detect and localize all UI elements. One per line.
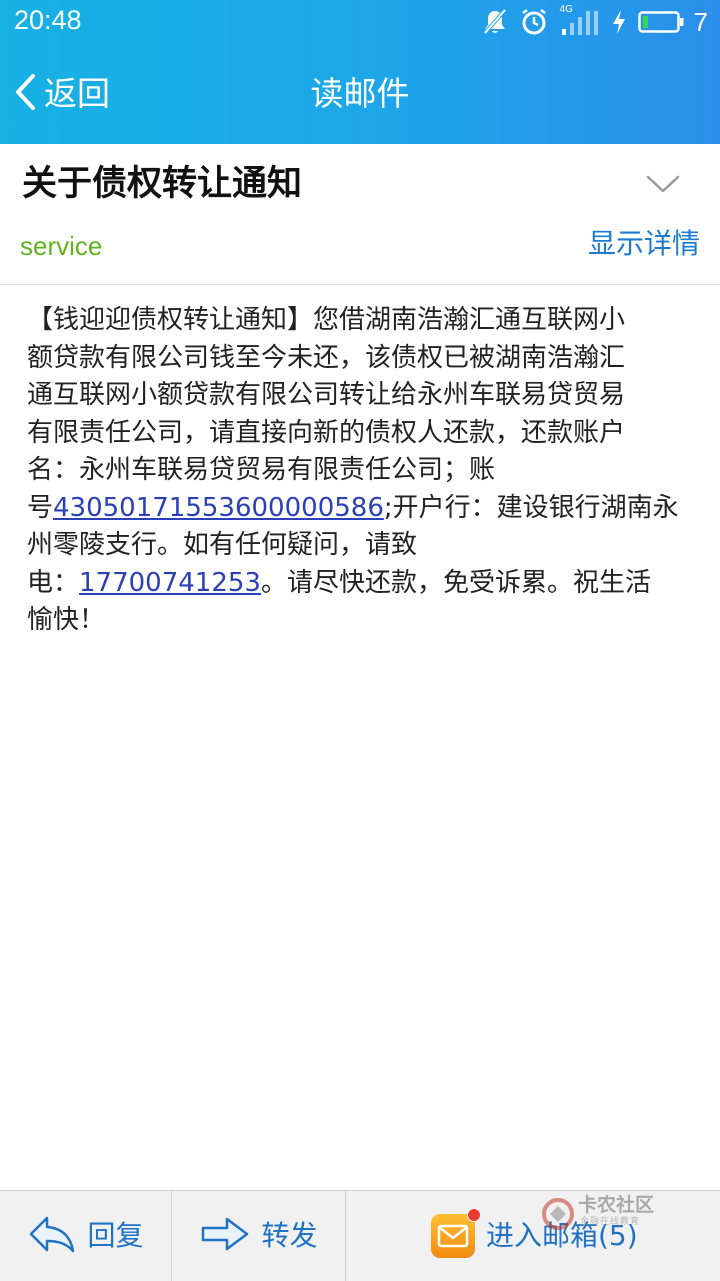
unread-dot (467, 1208, 481, 1222)
reply-label: 回复 (87, 1219, 144, 1252)
reply-button[interactable]: 回复 (0, 1191, 171, 1281)
body-line: 州零陵支行。如有任何疑问，请致 (27, 530, 418, 560)
signal-icon: 4G (559, 4, 600, 37)
body-line: 有限责任公司，请直接向新的债权人还款，还款账户 (27, 417, 626, 448)
mail-header: 关于债权转让通知 service 显示详情 (0, 144, 720, 285)
mute-icon (482, 8, 508, 36)
account-number-link[interactable]: 43050171553600000586 (53, 493, 384, 523)
header: 20:48 4G 7 返回 读邮件 (0, 0, 720, 144)
status-time: 20:48 (14, 5, 82, 35)
mail-sender[interactable]: service (20, 228, 102, 264)
mail-body: 【钱迎迎债权转让通知】您借湖南浩瀚汇通互联网小 额贷款有限公司钱至今未还，该债权… (27, 302, 693, 640)
battery-icon (637, 10, 684, 34)
charging-icon (612, 9, 626, 35)
open-inbox-label: 进入邮箱(5) (486, 1219, 638, 1252)
app-bar: 返回 读邮件 (0, 44, 720, 144)
status-bar: 20:48 4G 7 (0, 0, 720, 44)
body-line: 电：17700741253。请尽快还款，免受诉累。祝生活 (27, 565, 693, 603)
mailbox-icon (430, 1208, 481, 1259)
alarm-icon (520, 8, 548, 36)
body-text: 。请尽快还款，免受诉累。祝生活 (260, 567, 651, 598)
body-line: 额贷款有限公司钱至今未还，该债权已被湖南浩瀚汇 (27, 342, 626, 373)
reply-icon (27, 1214, 77, 1258)
show-details-link[interactable]: 显示详情 (588, 226, 700, 262)
chevron-down-icon[interactable] (646, 174, 680, 198)
forward-label: 转发 (261, 1219, 318, 1252)
body-line: 名：永州车联易贷贸易有限责任公司；账 (27, 455, 496, 485)
mail-subject: 关于债权转让通知 (22, 164, 303, 204)
body-line: 愉快！ (27, 605, 106, 635)
forward-icon (199, 1214, 251, 1258)
body-line: 号43050171553600000586;开户行：建设银行湖南永 (27, 490, 693, 528)
forward-button[interactable]: 转发 (172, 1191, 345, 1281)
open-inbox-button[interactable]: 进入邮箱(5) (346, 1191, 720, 1281)
body-text: ;开户行：建设银行湖南永 (383, 492, 679, 523)
network-type-label: 4G (559, 4, 573, 15)
page-title: 读邮件 (310, 74, 410, 113)
status-icons: 4G 7 (482, 4, 708, 39)
body-line: 通互联网小额贷款有限公司转让给永州车联易贷贸易 (27, 380, 626, 410)
bottom-action-bar: 回复 转发 进入邮箱(5) (0, 1190, 720, 1281)
body-line: 【钱迎迎债权转让通知】您借湖南浩瀚汇通互联网小 (27, 305, 626, 335)
battery-level: 7 (693, 6, 708, 37)
body-text: 号 (27, 492, 54, 523)
phone-number-link[interactable]: 17700741253 (79, 568, 261, 598)
body-text: 电： (27, 567, 80, 598)
